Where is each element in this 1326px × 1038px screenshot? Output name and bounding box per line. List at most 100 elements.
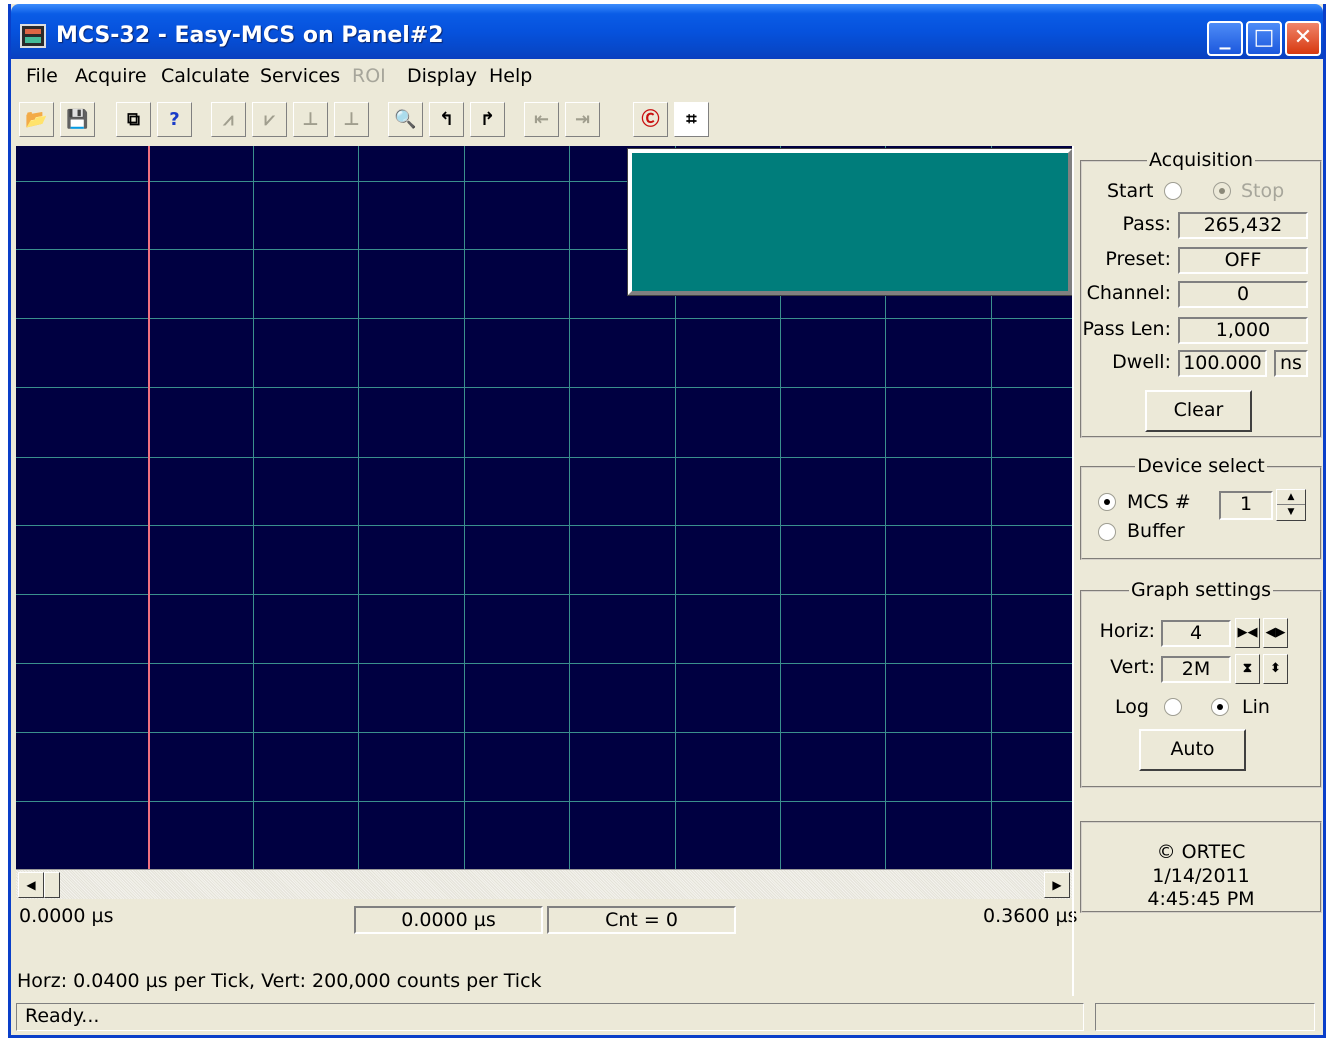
menu-acquire[interactable]: Acquire [75,65,147,87]
preset-label: Preset: [1105,248,1171,270]
buffer-radio[interactable] [1098,523,1116,541]
prev-roi-icon[interactable]: ⊥ [293,102,328,137]
side-panel: Acquisition Start Stop Pass: 265,432 Pre… [1072,146,1326,996]
help-icon[interactable]: ? [157,102,192,137]
menu-services[interactable]: Services [260,65,340,87]
info-box: © ORTEC 1/14/2011 4:45:45 PM [1080,821,1322,913]
full-view-icon[interactable]: ⌗ [674,102,709,137]
copyright-text: © ORTEC [1156,841,1246,863]
window-title: MCS-32 - Easy-MCS on Panel#2 [56,23,444,48]
app-icon[interactable] [20,24,46,48]
clear-button[interactable]: Clear [1145,390,1252,432]
spin-down-icon[interactable]: ▼ [1277,505,1305,520]
scroll-right-button[interactable]: ▶ [1044,872,1070,898]
start-label: Start [1107,180,1154,202]
grid-line [569,146,570,869]
crl-icon[interactable]: Ⓒ [633,102,668,137]
horiz-narrow-button[interactable]: ▶◀ [1235,618,1260,648]
vert-field: 2M [1161,656,1231,683]
dwell-field: 100.000 [1178,350,1267,377]
grid-line [16,663,1072,664]
mcs-number-field[interactable]: 1 [1219,491,1273,520]
status-pane-secondary [1095,1003,1315,1031]
mcs-radio[interactable] [1098,493,1116,511]
device-select-title: Device select [1135,455,1267,477]
date-text: 1/14/2011 [1152,865,1250,887]
minimize-button[interactable]: _ [1207,21,1243,56]
grid-line [16,732,1072,733]
grid-line [16,318,1072,319]
spectrum-graph[interactable] [16,146,1072,869]
horiz-label: Horiz: [1099,620,1155,642]
mcs-label: MCS # [1127,491,1191,513]
status-bar: Ready... [11,999,1323,1035]
stop-label: Stop [1241,180,1285,202]
vert-widen-button[interactable]: ⬍ [1263,654,1288,684]
acquisition-title: Acquisition [1146,149,1256,171]
menu-bar: File Acquire Calculate Services ROI Disp… [11,59,1323,95]
pass-label: Pass: [1122,213,1171,235]
spin-up-icon[interactable]: ▲ [1277,490,1305,505]
roi-left-icon[interactable]: ⇤ [524,102,559,137]
vert-narrow-button[interactable]: ⧗ [1235,654,1260,684]
device-select-group: Device select MCS # 1 ▲ ▼ Buffer [1080,455,1322,560]
close-button[interactable]: ✕ [1285,21,1321,56]
copy-icon[interactable]: ⧉ [116,102,151,137]
grid-line [16,801,1072,802]
scroll-left-button[interactable]: ◀ [18,872,44,898]
log-radio[interactable] [1164,698,1182,716]
open-icon[interactable]: 📂 [19,102,54,137]
save-icon[interactable]: 💾 [60,102,95,137]
auto-button[interactable]: Auto [1139,729,1246,771]
scale-info: Horz: 0.0400 µs per Tick, Vert: 200,000 … [17,970,542,992]
grid-line [253,146,254,869]
grid-line [464,146,465,869]
pass-len-label: Pass Len: [1082,318,1171,340]
cursor-position: 0.0000 µs [354,906,543,934]
buffer-label: Buffer [1127,520,1185,542]
acquisition-group: Acquisition Start Stop Pass: 265,432 Pre… [1080,149,1322,438]
mark-roi-icon[interactable]: ⩘ [211,102,246,137]
stop-radio[interactable] [1213,182,1231,200]
cursor-count: Cnt = 0 [547,906,736,934]
menu-help[interactable]: Help [489,65,532,87]
graph-settings-title: Graph settings [1128,579,1274,601]
toolbar: 📂 💾 ⧉ ? ⩘ ⩗ ⊥ ⊥ 🔍 ↰ ↱ ⇤ ⇥ Ⓒ ⌗ [11,96,1323,146]
time-text: 4:45:45 PM [1147,888,1255,910]
horizontal-scrollbar[interactable]: ◀ ▶ [16,869,1072,899]
title-bar: MCS-32 - Easy-MCS on Panel#2 _ □ ✕ [11,4,1323,59]
menu-display[interactable]: Display [407,65,477,87]
zoom-icon[interactable]: 🔍 [388,102,423,137]
channel-label: Channel: [1086,282,1171,304]
grid-line [358,146,359,869]
start-radio[interactable] [1164,182,1182,200]
grid-line [16,525,1072,526]
x-end-label: 0.3600 µs [983,905,1078,927]
horiz-field: 4 [1161,620,1231,647]
maximize-button[interactable]: □ [1246,21,1282,56]
preset-field: OFF [1178,247,1308,274]
log-label: Log [1115,696,1149,718]
menu-roi[interactable]: ROI [352,65,386,87]
graph-settings-group: Graph settings Horiz: 4 ▶◀ ◀▶ Vert: 2M ⧗… [1080,579,1322,788]
status-text: Ready... [16,1003,1084,1031]
roi-right-icon[interactable]: ⇥ [565,102,600,137]
next-roi-icon[interactable]: ⊥ [334,102,369,137]
menu-calculate[interactable]: Calculate [161,65,250,87]
x-start-label: 0.0000 µs [19,905,114,927]
grid-line [16,457,1072,458]
horiz-widen-button[interactable]: ◀▶ [1263,618,1288,648]
dwell-unit-field[interactable]: ns [1274,350,1308,377]
peak-left-icon[interactable]: ↰ [429,102,464,137]
overview-window[interactable] [627,148,1072,296]
mcs-spinner[interactable]: ▲ ▼ [1276,489,1306,521]
pass-field: 265,432 [1178,212,1308,239]
peak-right-icon[interactable]: ↱ [470,102,505,137]
scroll-thumb[interactable] [44,872,60,898]
clear-roi-icon[interactable]: ⩗ [252,102,287,137]
menu-file[interactable]: File [26,65,58,87]
pass-len-field: 1,000 [1178,317,1308,344]
lin-label: Lin [1242,696,1270,718]
graph-cursor[interactable] [148,146,150,869]
lin-radio[interactable] [1211,698,1229,716]
